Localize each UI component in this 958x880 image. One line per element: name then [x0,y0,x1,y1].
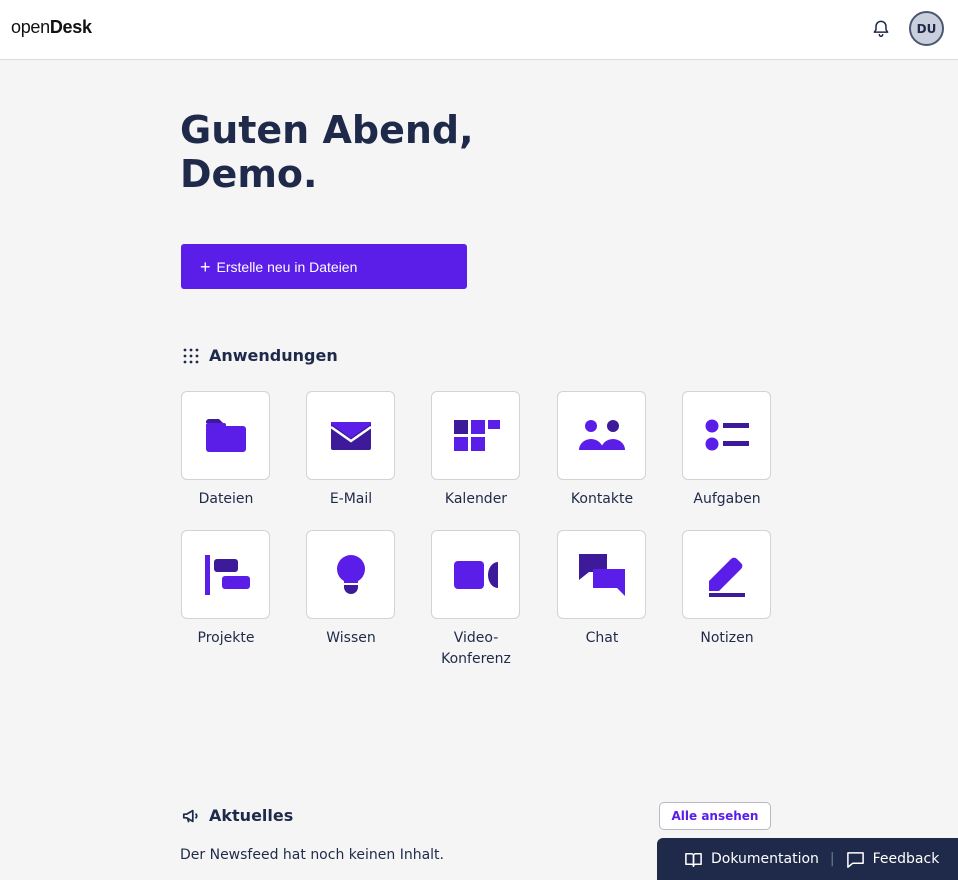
app-tile[interactable] [306,530,395,619]
news-section-header: Aktuelles [182,806,293,825]
top-bar: openDesk DU [0,0,958,60]
view-all-news-button[interactable]: Alle ansehen [659,802,771,830]
book-icon [685,852,702,867]
apps-section-title: Anwendungen [209,346,338,365]
app-label: E-Mail [329,491,373,507]
app-label: Dateien [198,491,254,507]
news-section-title: Aktuelles [209,806,294,825]
avatar[interactable]: DU [909,11,944,46]
project-timeline-icon [204,554,250,595]
app-tile[interactable] [181,391,270,480]
plus-icon: + [200,256,211,277]
app-kalender[interactable]: Kalender [431,391,521,510]
footer-separator: | [829,851,835,867]
app-chat[interactable]: Chat [557,530,647,649]
app-dateien[interactable]: Dateien [181,391,271,510]
task-list-icon [705,419,749,450]
app-tile[interactable] [557,391,646,480]
apps-section-header: Anwendungen [182,346,338,365]
video-camera-icon [453,560,498,589]
folder-icon [205,418,246,452]
greeting-line-1: Guten Abend, [180,108,474,152]
grid-dots-icon [183,348,199,363]
news-empty-message: Der Newsfeed hat noch keinen Inhalt. [180,847,444,863]
documentation-label: Dokumentation [711,851,819,867]
app-kontakte[interactable]: Kontakte [557,391,647,510]
help-footer-bar: Dokumentation | Feedback [657,838,958,880]
app-videokonferenz[interactable]: Video- Konferenz [431,530,521,670]
app-tile[interactable] [431,530,520,619]
calendar-grid-icon [453,419,500,451]
app-label: Wissen [326,630,376,646]
greeting-heading: Guten Abend, Demo. [180,108,474,196]
app-tile[interactable] [682,530,771,619]
app-aufgaben[interactable]: Aufgaben [682,391,772,510]
feedback-bubble-icon [846,851,864,868]
app-tile[interactable] [431,391,520,480]
bell-icon[interactable] [871,18,891,38]
app-label: Kalender [444,491,508,507]
app-tile[interactable] [181,530,270,619]
app-label: Aufgaben [693,491,761,507]
app-email[interactable]: E-Mail [306,391,396,510]
feedback-label: Feedback [872,851,940,867]
envelope-icon [329,421,372,450]
app-wissen[interactable]: Wissen [306,530,396,649]
app-tile[interactable] [557,530,646,619]
chat-bubbles-icon [578,553,625,596]
megaphone-icon [182,809,198,823]
app-tile[interactable] [682,391,771,480]
pen-note-icon [708,557,745,597]
create-button-label: Erstelle neu in Dateien [216,258,358,275]
greeting-line-2: Demo. [180,152,318,196]
lightbulb-icon [336,554,365,594]
create-new-in-files-button[interactable]: + Erstelle neu in Dateien [181,244,467,289]
app-tile[interactable] [306,391,395,480]
app-notizen[interactable]: Notizen [682,530,772,649]
feedback-link[interactable]: Feedback [846,850,940,869]
documentation-link[interactable]: Dokumentation [684,850,819,869]
opendesk-logo[interactable]: openDesk [11,17,92,38]
app-projekte[interactable]: Projekte [181,530,271,649]
app-label: Chat [585,630,619,646]
app-label: Projekte [197,630,255,646]
contacts-icon [578,419,625,450]
app-label: Video- Konferenz [441,630,511,667]
app-label: Notizen [700,630,754,646]
app-label: Kontakte [570,491,634,507]
